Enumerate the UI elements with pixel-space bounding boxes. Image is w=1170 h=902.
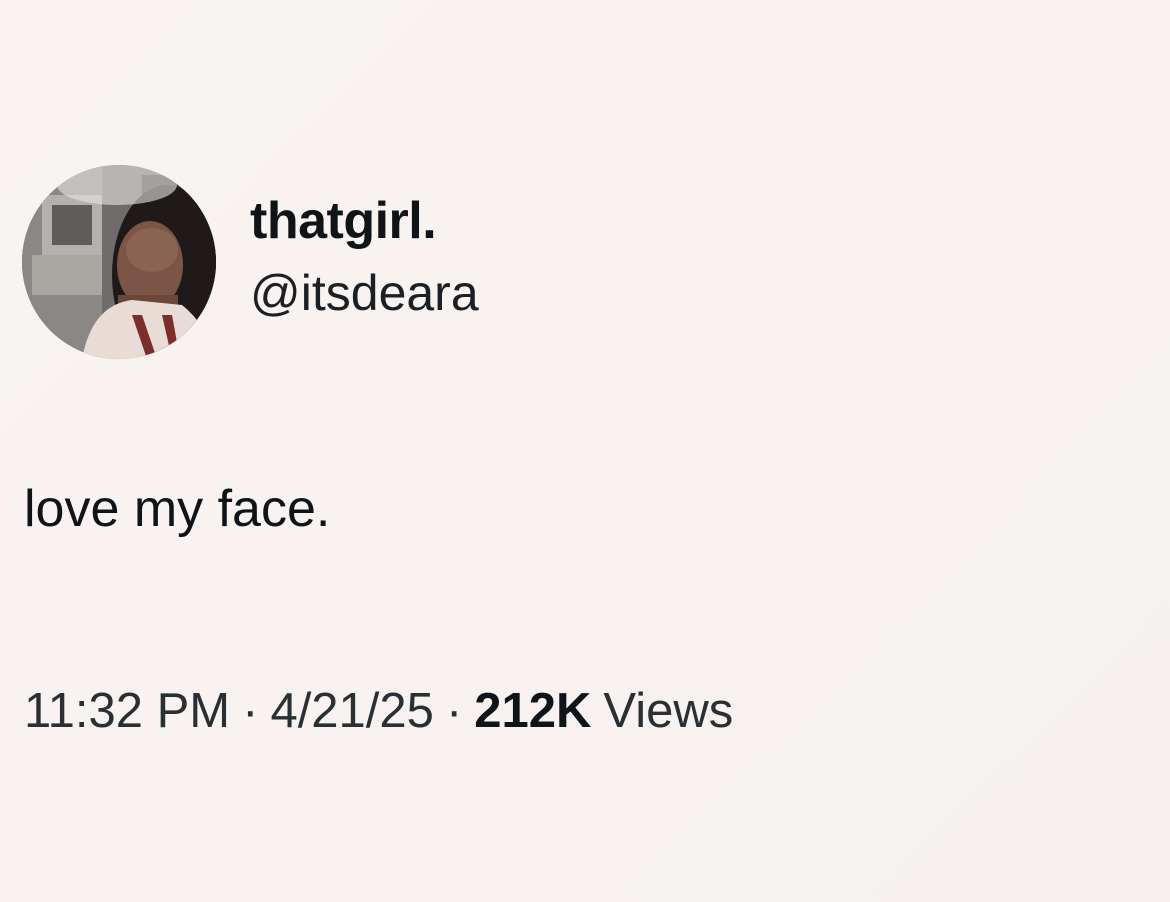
views-count[interactable]: 212K	[474, 682, 591, 740]
views-label[interactable]: Views	[603, 682, 733, 740]
author-names: thatgirl. @itsdeara	[250, 192, 479, 323]
user-handle[interactable]: @itsdeara	[250, 263, 479, 323]
avatar-photo	[22, 165, 216, 359]
tweet-card: thatgirl. @itsdeara love my face. 11:32 …	[0, 0, 1170, 902]
tweet-meta: 11:32 PM · 4/21/25 · 212K Views	[24, 682, 733, 740]
tweet-author[interactable]: thatgirl. @itsdeara	[22, 165, 479, 359]
avatar[interactable]	[22, 165, 216, 359]
tweet-time[interactable]: 11:32 PM	[24, 682, 230, 740]
separator-dot: ·	[242, 684, 259, 738]
tweet-date[interactable]: 4/21/25	[270, 682, 434, 740]
separator-dot: ·	[445, 684, 463, 738]
display-name[interactable]: thatgirl.	[250, 191, 479, 251]
tweet-text: love my face.	[24, 480, 331, 538]
